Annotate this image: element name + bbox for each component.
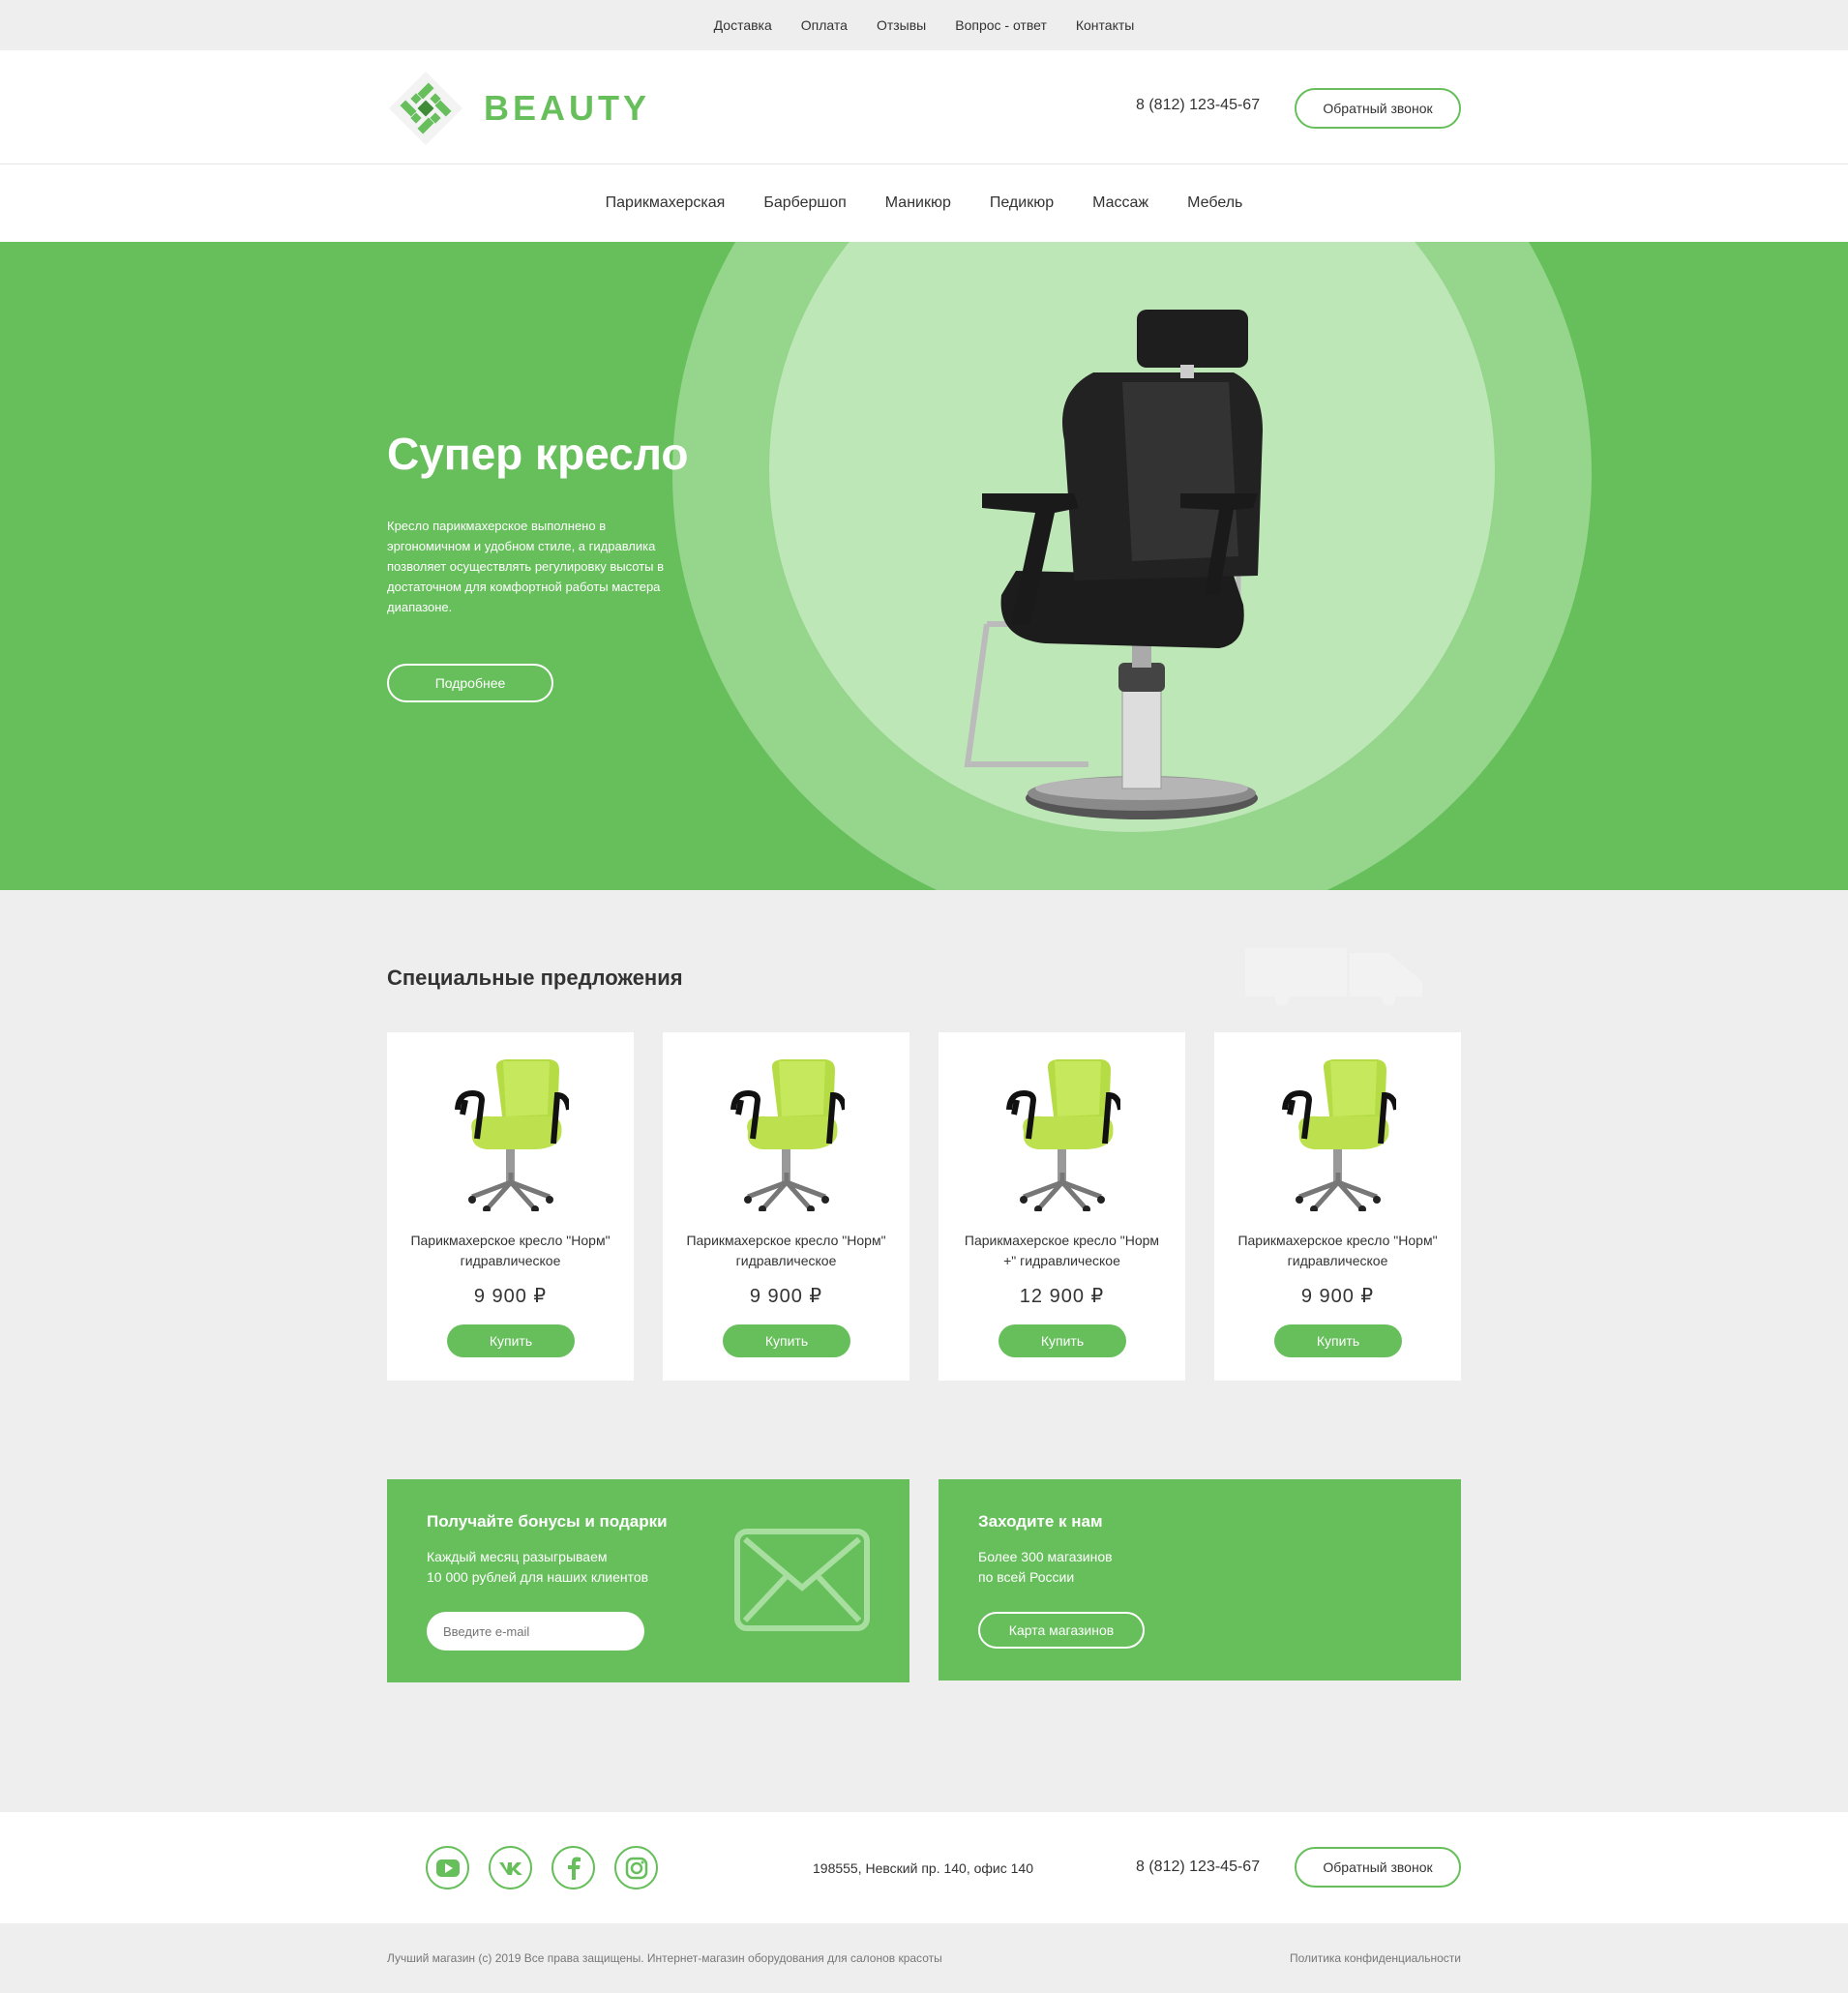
- topbar-link-faq[interactable]: Вопрос - ответ: [955, 17, 1047, 33]
- product-name: Парикмахерское кресло "Норм" гидравличес…: [686, 1233, 886, 1268]
- nav-item-barbershop[interactable]: Барбершоп: [763, 194, 846, 212]
- logo-icon: [389, 72, 462, 145]
- salon-chair-image: [1282, 1059, 1396, 1211]
- store-map-button[interactable]: Карта магазинов: [978, 1612, 1145, 1649]
- product-price: 9 900 ₽: [473, 1286, 548, 1307]
- salon-chair-image: [730, 1059, 845, 1211]
- offers-title: Специальные предложения: [387, 966, 683, 990]
- product-price: 9 900 ₽: [749, 1286, 823, 1307]
- callback-button[interactable]: Обратный звонок: [1295, 88, 1461, 129]
- youtube-icon[interactable]: [426, 1846, 469, 1889]
- topbar-link-reviews[interactable]: Отзывы: [877, 17, 926, 33]
- bottom-bar: Лучший магазин (c) 2019 Все права защище…: [0, 1923, 1848, 1993]
- product-name: Парикмахерское кресло "Норм" гидравличес…: [1237, 1233, 1438, 1268]
- product-card[interactable]: Парикмахерское кресло "Норм" гидравличес…: [663, 1032, 909, 1381]
- footer: 198555, Невский пр. 140, офис 140 8 (812…: [0, 1812, 1848, 1923]
- salon-chair-image: [1006, 1059, 1120, 1211]
- product-price: 12 900 ₽: [1019, 1286, 1105, 1307]
- hero-description: Кресло парикмахерское выполнено в эргоно…: [387, 519, 665, 614]
- stores-text-line: по всей России: [978, 1569, 1075, 1585]
- bonus-title: Получайте бонусы и подарки: [427, 1512, 668, 1531]
- nav-item-massage[interactable]: Массаж: [1092, 194, 1148, 212]
- privacy-policy-link[interactable]: Политика конфиденциальности: [1290, 1951, 1461, 1965]
- bonus-text-line: 10 000 рублей для наших клиентов: [427, 1569, 649, 1585]
- product-name: Парикмахерское кресло "Норм" гидравличес…: [410, 1233, 611, 1268]
- nav-item-manicure[interactable]: Маникюр: [885, 194, 951, 212]
- barber-chair-image: [964, 310, 1263, 819]
- header: BEAUTY 8 (812) 123-45-67 Обратный звонок: [0, 50, 1848, 164]
- nav-item-hairdressing[interactable]: Парикмахерская: [606, 194, 726, 212]
- stores-text: Более 300 магазинов по всей России: [978, 1547, 1113, 1588]
- nav-item-furniture[interactable]: Мебель: [1187, 194, 1242, 212]
- truck-icon: [1245, 948, 1422, 1006]
- envelope-icon: [734, 1529, 870, 1631]
- buy-button[interactable]: Купить: [999, 1324, 1126, 1357]
- salon-chair-image: [455, 1059, 569, 1211]
- topbar-link-contacts[interactable]: Контакты: [1076, 17, 1134, 33]
- vk-icon[interactable]: [489, 1846, 532, 1889]
- header-phone[interactable]: 8 (812) 123-45-67: [1136, 97, 1260, 114]
- product-price: 9 900 ₽: [1300, 1286, 1375, 1307]
- bonus-block: Получайте бонусы и подарки Каждый месяц …: [387, 1479, 909, 1682]
- product-name: Парикмахерское кресло "Норм +" гидравлич…: [964, 1233, 1160, 1268]
- nav-item-pedicure[interactable]: Педикюр: [990, 194, 1054, 212]
- buy-button[interactable]: Купить: [1274, 1324, 1402, 1357]
- logo[interactable]: BEAUTY: [387, 70, 650, 147]
- facebook-icon[interactable]: [551, 1846, 595, 1889]
- copyright-text: Лучший магазин (c) 2019 Все права защище…: [387, 1951, 942, 1965]
- product-list: Парикмахерское кресло "Норм" гидравличес…: [387, 1032, 1461, 1381]
- bonus-text-line: Каждый месяц разыгрываем: [427, 1549, 608, 1564]
- buy-button[interactable]: Купить: [723, 1324, 850, 1357]
- product-card[interactable]: Парикмахерское кресло "Норм" гидравличес…: [387, 1032, 634, 1381]
- stores-title: Заходите к нам: [978, 1512, 1103, 1531]
- top-bar: Доставка Оплата Отзывы Вопрос - ответ Ко…: [0, 0, 1848, 50]
- instagram-icon[interactable]: [614, 1846, 658, 1889]
- bonus-text: Каждый месяц разыгрываем 10 000 рублей д…: [427, 1547, 648, 1588]
- footer-callback-button[interactable]: Обратный звонок: [1295, 1847, 1461, 1888]
- product-card[interactable]: Парикмахерское кресло "Норм +" гидравлич…: [939, 1032, 1185, 1381]
- topbar-link-payment[interactable]: Оплата: [801, 17, 848, 33]
- product-card[interactable]: Парикмахерское кресло "Норм" гидравличес…: [1214, 1032, 1461, 1381]
- logo-text: BEAUTY: [484, 88, 651, 128]
- topbar-link-delivery[interactable]: Доставка: [714, 17, 772, 33]
- stores-block: Заходите к нам Более 300 магазинов по вс…: [939, 1479, 1461, 1681]
- stores-text-line: Более 300 магазинов: [978, 1549, 1113, 1564]
- buy-button[interactable]: Купить: [447, 1324, 575, 1357]
- hero-more-button[interactable]: Подробнее: [387, 664, 553, 702]
- hero-banner: Супер кресло Кресло парикмахерское выпол…: [0, 242, 1848, 890]
- hero-title: Супер кресло: [387, 429, 689, 479]
- footer-address: 198555, Невский пр. 140, офис 140: [813, 1860, 1033, 1876]
- main-nav: Парикмахерская Барбершоп Маникюр Педикюр…: [0, 164, 1848, 242]
- footer-phone[interactable]: 8 (812) 123-45-67: [1136, 1859, 1260, 1876]
- social-links: [426, 1846, 658, 1889]
- email-input[interactable]: [427, 1612, 644, 1651]
